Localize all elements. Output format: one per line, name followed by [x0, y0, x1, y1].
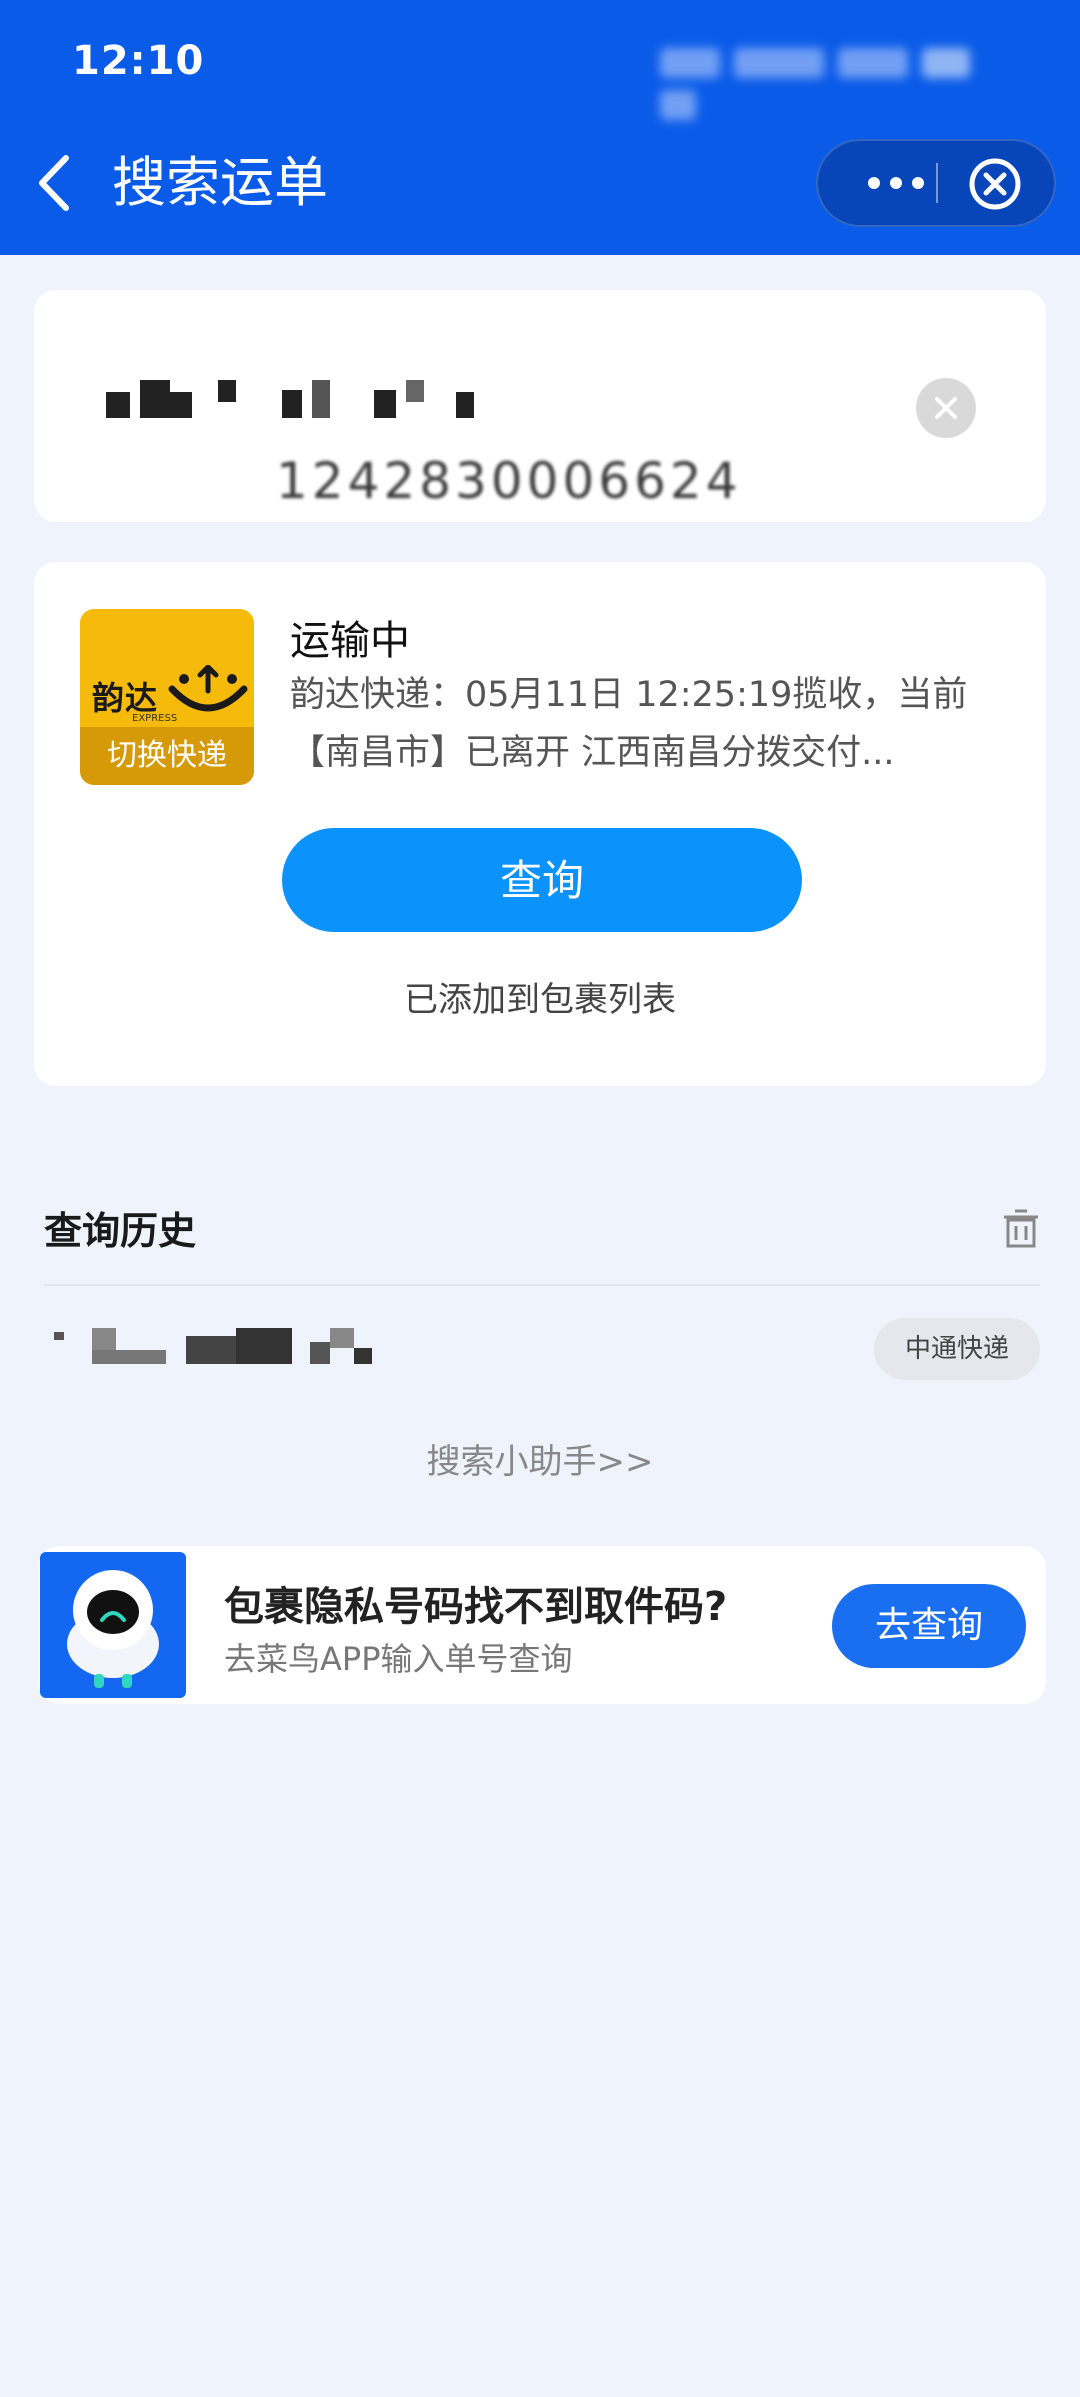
history-title: 查询历史: [44, 1209, 197, 1253]
status-time: 12:10: [72, 38, 205, 84]
more-icon: [868, 177, 880, 189]
tracking-number-text: 1242830006624: [276, 452, 742, 510]
clear-history-button[interactable]: [1000, 1208, 1042, 1250]
yunda-smile-icon: [168, 665, 248, 712]
page-title: 搜索运单: [112, 151, 328, 214]
clear-button[interactable]: [916, 378, 976, 438]
courier-logo-sub: EXPRESS: [132, 713, 178, 724]
history-divider: [44, 1284, 1040, 1286]
search-helper-link[interactable]: 搜索小助手>>: [0, 1434, 1080, 1483]
trash-icon: [1004, 1209, 1038, 1248]
back-arrow-icon: [39, 155, 69, 211]
app-header: 12:10 搜索运单: [0, 0, 1080, 255]
query-button[interactable]: 查询: [282, 828, 802, 932]
history-tracking-number: [54, 1328, 374, 1372]
search-card: 1242830006624: [34, 290, 1046, 522]
go-query-button[interactable]: 去查询: [832, 1584, 1026, 1668]
cainiao-promo-card: 包裹隐私号码找不到取件码? 去菜鸟APP输入单号查询 去查询: [38, 1546, 1046, 1704]
status-icons: [660, 40, 1015, 120]
cainiao-robot-icon: [67, 1570, 159, 1688]
history-courier-tag: 中通快递: [874, 1318, 1040, 1380]
back-button[interactable]: [30, 148, 80, 218]
clear-icon: [935, 397, 957, 419]
cainiao-app-icon: [40, 1552, 186, 1698]
shipment-status: 运输中: [290, 618, 410, 664]
result-card: 韵达 EXPRESS 切换快递 运输中 韵达快递：05月11日 12:25:19…: [34, 562, 1046, 1086]
mini-program-capsule: [816, 139, 1056, 227]
switch-courier-label: 切换快递: [80, 727, 254, 785]
shipment-description: 韵达快递：05月11日 12:25:19揽收，当前【南昌市】已离开 江西南昌分拨…: [290, 675, 968, 773]
promo-subtitle: 去菜鸟APP输入单号查询: [224, 1640, 573, 1678]
close-button[interactable]: [968, 157, 1022, 211]
promo-title: 包裹隐私号码找不到取件码?: [224, 1584, 728, 1630]
tracking-number-input[interactable]: 1242830006624: [106, 372, 738, 510]
history-item[interactable]: 中通快递: [44, 1300, 1040, 1400]
added-notice: 已添加到包裹列表: [404, 980, 676, 1020]
more-button[interactable]: [856, 141, 936, 225]
capsule-divider: [936, 163, 938, 203]
courier-logo[interactable]: 韵达 EXPRESS 切换快递: [80, 609, 254, 785]
close-circle-icon: [969, 158, 1021, 210]
